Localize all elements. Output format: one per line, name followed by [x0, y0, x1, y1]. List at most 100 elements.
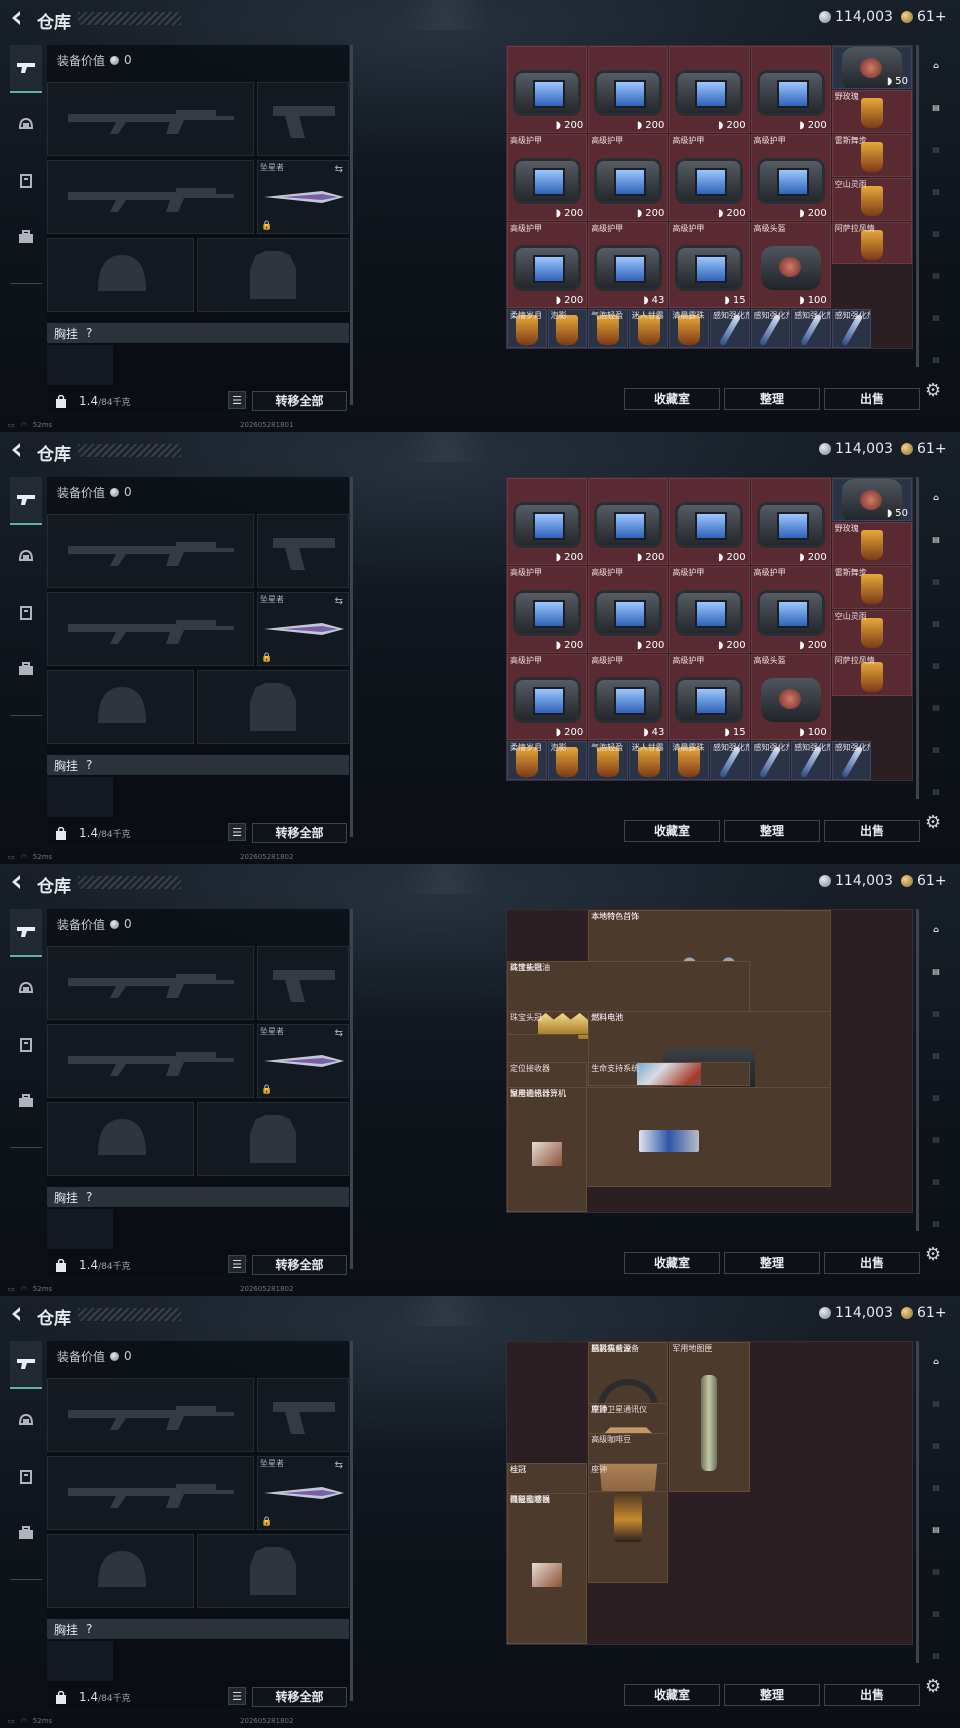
melee-slot[interactable]: 坠星者 ⇆ 🔒: [257, 160, 349, 234]
stash-item[interactable]: 感知强化剂: [831, 309, 872, 348]
pistol-slot[interactable]: [257, 946, 349, 1020]
stash-5-icon[interactable]: ▤: [924, 255, 948, 295]
tab-armor[interactable]: [10, 1453, 42, 1501]
stash-item[interactable]: 高级护甲 ◗ 200: [669, 565, 750, 653]
transfer-all-button[interactable]: 转移全部: [252, 1687, 347, 1707]
stash-2-icon[interactable]: ▤: [924, 1425, 948, 1465]
sell-button[interactable]: 出售: [824, 1252, 920, 1274]
chest-rig-header[interactable]: 胸挂 ?: [47, 755, 349, 775]
arch-icon[interactable]: ⌂: [924, 1341, 948, 1381]
tab-helmet[interactable]: [10, 101, 42, 149]
sell-button[interactable]: 出售: [824, 1684, 920, 1706]
stash-item[interactable]: ◗ 200: [750, 46, 831, 133]
secondary-weapon-slot[interactable]: [47, 160, 254, 234]
stash-item[interactable]: ◗ 200: [507, 478, 588, 565]
stash-item[interactable]: 清晨露珠: [669, 741, 709, 780]
armor-slot[interactable]: [197, 238, 349, 312]
collection-room-button[interactable]: 收藏室: [624, 820, 720, 842]
secondary-weapon-slot[interactable]: [47, 1456, 254, 1530]
stash-item[interactable]: 恒星能感器: [507, 1493, 588, 1644]
stash-6-icon[interactable]: ▤: [924, 1161, 948, 1201]
back-icon[interactable]: [8, 9, 26, 27]
loadout-scrollbar[interactable]: [350, 45, 353, 405]
stash-item[interactable]: 高级护甲 ◗ 200: [669, 133, 750, 221]
stash-3-icon[interactable]: ▤: [924, 603, 948, 643]
stash-4-icon[interactable]: ▤: [924, 213, 948, 253]
stash-item[interactable]: 高级护甲 ◗ 200: [507, 133, 588, 221]
secondary-weapon-slot[interactable]: [47, 1024, 254, 1098]
stash-item[interactable]: 高级护甲 ◗ 200: [750, 565, 831, 653]
chest-rig-slot[interactable]: [47, 777, 113, 817]
tab-backpack[interactable]: [10, 1509, 42, 1557]
stash-item[interactable]: 气泡轻盈: [588, 309, 628, 348]
back-icon[interactable]: [8, 441, 26, 459]
sort-button[interactable]: 整理: [724, 1684, 820, 1706]
helmet-slot[interactable]: [47, 670, 194, 744]
stash-scrollbar[interactable]: [916, 1341, 919, 1663]
sort-button[interactable]: 整理: [724, 388, 820, 410]
list-icon[interactable]: ☰: [228, 391, 246, 409]
stash-item[interactable]: 气泡轻盈: [588, 741, 628, 780]
tab-weapons[interactable]: [10, 45, 42, 93]
pistol-slot[interactable]: [257, 514, 349, 588]
list-icon[interactable]: ☰: [228, 1687, 246, 1705]
chest-rig-slot[interactable]: [47, 1209, 113, 1249]
stash-item[interactable]: 感知强化剂: [791, 309, 831, 348]
chest-rig-header[interactable]: 胸挂 ?: [47, 1619, 349, 1639]
stash-5-icon[interactable]: ▤: [924, 1119, 948, 1159]
chest-rig-slot[interactable]: [47, 345, 113, 385]
stash-3-icon[interactable]: ▤: [924, 1035, 948, 1075]
stash-item[interactable]: 高级头盔 ◗ 100: [750, 221, 831, 309]
stash-item[interactable]: 座钟: [588, 1463, 669, 1493]
stash-3-icon[interactable]: ▤: [924, 171, 948, 211]
tab-backpack[interactable]: [10, 213, 42, 261]
gear-icon[interactable]: ⚙: [925, 1244, 941, 1265]
loadout-scrollbar[interactable]: [350, 909, 353, 1269]
stash-item[interactable]: 感知强化剂: [709, 309, 750, 348]
stash-item[interactable]: 阿萨拉风情: [831, 221, 912, 265]
stash-item[interactable]: 感知强化剂: [750, 741, 791, 780]
stash-item[interactable]: ◗ 50: [831, 478, 912, 521]
stash-item[interactable]: 泡影: [547, 741, 588, 780]
back-icon[interactable]: [8, 873, 26, 891]
stash-item[interactable]: ◗ 200: [669, 46, 750, 133]
stash-item[interactable]: ◗ 200: [588, 46, 669, 133]
tab-backpack[interactable]: [10, 645, 42, 693]
arch-icon[interactable]: ⌂: [924, 909, 948, 949]
armor-slot[interactable]: [197, 1534, 349, 1608]
stash-item[interactable]: ◗ 50: [831, 46, 912, 89]
stash-2-icon[interactable]: ▤: [924, 993, 948, 1033]
chest-rig-help[interactable]: ?: [86, 758, 92, 772]
transfer-all-button[interactable]: 转移全部: [252, 391, 347, 411]
gold-balance[interactable]: 61+: [901, 1305, 947, 1321]
melee-slot[interactable]: 坠星者 ⇆ 🔒: [257, 592, 349, 666]
chest-rig-help[interactable]: ?: [86, 326, 92, 340]
stash-1-icon[interactable]: ▤: [924, 519, 948, 559]
stash-item[interactable]: 高级护甲 ◗ 15: [669, 653, 750, 741]
chest-rig-help[interactable]: ?: [86, 1622, 92, 1636]
stash-item[interactable]: 雷斯舞步: [831, 133, 912, 177]
tab-weapons[interactable]: [10, 1341, 42, 1389]
chest-rig-help[interactable]: ?: [86, 1190, 92, 1204]
stash-6-icon[interactable]: ▤: [924, 297, 948, 337]
stash-item[interactable]: ◗ 200: [669, 478, 750, 565]
transfer-all-button[interactable]: 转移全部: [252, 1255, 347, 1275]
stash-6-icon[interactable]: ▤: [924, 729, 948, 769]
stash-item[interactable]: 泡影: [547, 309, 588, 348]
gear-icon[interactable]: ⚙: [925, 812, 941, 833]
back-icon[interactable]: [8, 1305, 26, 1323]
stash-item[interactable]: 感知强化剂: [831, 741, 872, 780]
gear-icon[interactable]: ⚙: [925, 380, 941, 401]
armor-slot[interactable]: [197, 670, 349, 744]
stash-item[interactable]: 恒星能感器: [507, 1086, 588, 1212]
stash-2-icon[interactable]: ▤: [924, 561, 948, 601]
tab-armor[interactable]: [10, 589, 42, 637]
helmet-slot[interactable]: [47, 238, 194, 312]
stash-item[interactable]: 野玫瑰: [831, 521, 912, 565]
swap-icon[interactable]: ⇆: [335, 164, 343, 175]
stash-item[interactable]: 野玫瑰: [831, 89, 912, 133]
stash-item[interactable]: 感知强化剂: [709, 741, 750, 780]
arch-icon[interactable]: ⌂: [924, 477, 948, 517]
pistol-slot[interactable]: [257, 82, 349, 156]
secondary-weapon-slot[interactable]: [47, 592, 254, 666]
